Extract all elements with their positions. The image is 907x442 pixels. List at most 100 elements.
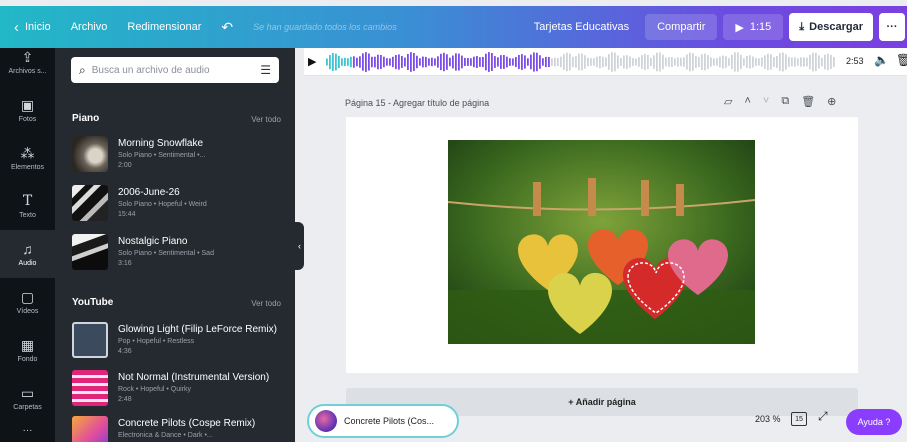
music-icon: ♫ (22, 241, 33, 257)
waveform-bar (431, 57, 433, 67)
note-icon[interactable]: ▱ (724, 95, 732, 108)
rail-item-photos[interactable]: ▣ Fotos (0, 86, 55, 134)
volume-icon[interactable]: 🔈 (874, 53, 889, 67)
waveform-bar (362, 53, 364, 71)
trash-icon[interactable]: 🗑 (801, 95, 815, 108)
track-duration: 2:00 (118, 162, 132, 169)
play-icon[interactable]: ▶ (308, 55, 316, 68)
waveform-bar (359, 56, 361, 68)
chevron-down-icon[interactable]: ˅ (763, 95, 769, 108)
audio-waveform[interactable] (326, 52, 836, 72)
track-thumbnail (72, 416, 108, 442)
rail-item-folders[interactable]: ▭ Carpetas (0, 374, 55, 422)
waveform-bar (473, 56, 475, 68)
track-tags: Solo Piano • Sentimental • Sad (118, 250, 214, 257)
waveform-bar (590, 58, 592, 66)
waveform-bar (398, 54, 400, 70)
design-name[interactable]: Tarjetas Educativas (524, 6, 639, 48)
waveform-bar (779, 53, 781, 71)
list-item[interactable]: Glowing Light (Filip LeForce Remix) Pop … (72, 322, 287, 364)
waveform-bar (326, 58, 328, 66)
help-button[interactable]: Ayuda ? (846, 409, 902, 435)
rail-item-text[interactable]: T Texto (0, 182, 55, 230)
waveform-bar (659, 52, 661, 72)
add-page-icon[interactable]: ⊕ (827, 95, 836, 108)
page-title[interactable]: Página 15 - Agregar título de página (345, 98, 489, 108)
track-tags: Pop • Hopeful • Restless (118, 338, 195, 345)
waveform-bar (614, 52, 616, 72)
waveform-bar (788, 57, 790, 67)
waveform-bar (434, 58, 436, 66)
waveform-bar (620, 58, 622, 66)
collapse-panel-button[interactable]: ‹ (295, 222, 304, 270)
download-button[interactable]: ⤓ Descargar (789, 13, 873, 41)
present-button[interactable]: ▶ 1:15 (723, 14, 784, 40)
hearts-photo[interactable] (448, 140, 755, 344)
undo-button[interactable]: ↶ (211, 6, 243, 48)
waveform-bar (536, 52, 538, 72)
waveform-bar (392, 56, 394, 68)
waveform-bar (530, 54, 532, 70)
waveform-bar (758, 58, 760, 66)
see-all-piano[interactable]: Ver todo (251, 115, 281, 124)
waveform-bar (428, 58, 430, 66)
rail-item-more[interactable]: ··· (0, 422, 55, 442)
list-item[interactable]: Nostalgic Piano Solo Piano • Sentimental… (72, 234, 287, 276)
rail-item-background[interactable]: ▦ Fondo (0, 326, 55, 374)
chevron-up-icon[interactable]: ˄ (744, 95, 750, 108)
waveform-bar (638, 57, 640, 67)
track-thumbnail (72, 322, 108, 358)
chevron-left-icon: ‹ (14, 18, 19, 36)
waveform-bar (785, 54, 787, 70)
list-item[interactable]: Concrete Pilots (Cospe Remix) Electronic… (72, 416, 287, 442)
list-item[interactable]: Not Normal (Instrumental Version) Rock •… (72, 370, 287, 412)
waveform-bar (554, 57, 556, 67)
waveform-bar (716, 58, 718, 66)
waveform-bar (413, 53, 415, 71)
waveform-bar (422, 56, 424, 68)
resize-menu[interactable]: Redimensionar (117, 6, 211, 48)
waveform-bar (806, 57, 808, 67)
rail-item-uploads[interactable]: ⇪ Archivos s... (0, 38, 55, 86)
more-button[interactable]: ··· (879, 13, 905, 41)
waveform-bar (332, 53, 334, 71)
page-count[interactable]: 15 (791, 412, 807, 426)
upload-icon: ⇪ (21, 49, 34, 65)
file-menu[interactable]: Archivo (61, 6, 118, 48)
track-duration: 3:16 (118, 260, 132, 267)
waveform-bar (827, 53, 829, 71)
photo-icon: ▣ (20, 97, 35, 113)
waveform-bar (575, 56, 577, 68)
home-label: Inicio (25, 21, 51, 33)
waveform-bar (341, 58, 343, 66)
waveform-bar (350, 56, 352, 68)
waveform-bar (653, 55, 655, 69)
waveform-bar (710, 57, 712, 67)
design-page[interactable] (346, 117, 858, 373)
list-item[interactable]: 2006-June-26 Solo Piano • Hopeful • Weir… (72, 185, 287, 227)
waveform-bar (782, 52, 784, 72)
list-item[interactable]: Morning Snowflake Solo Piano • Sentiment… (72, 136, 287, 178)
waveform-bar (728, 58, 730, 66)
trash-icon[interactable]: 🗑 (896, 53, 907, 67)
waveform-bar (437, 56, 439, 68)
waveform-bar (749, 55, 751, 69)
waveform-bar (797, 58, 799, 66)
see-all-youtube[interactable]: Ver todo (251, 299, 281, 308)
rail-item-audio[interactable]: ♫ Audio (0, 230, 55, 278)
text-icon: T (22, 193, 33, 209)
search-input[interactable]: ⌕ Busca un archivo de audio ☰ (71, 57, 279, 83)
filter-icon[interactable]: ☰ (260, 63, 271, 77)
rail-item-videos[interactable]: ▢ Vídeos (0, 278, 55, 326)
waveform-bar (680, 57, 682, 67)
zoom-level[interactable]: 203 % (755, 414, 781, 424)
fullscreen-icon[interactable]: ⤢ (818, 409, 828, 424)
duplicate-icon[interactable]: ⧉ (781, 95, 789, 108)
waveform-bar (551, 58, 553, 66)
rail-item-elements[interactable]: ⁂ Elementos (0, 134, 55, 182)
share-button[interactable]: Compartir (645, 14, 718, 40)
waveform-bar (557, 58, 559, 66)
now-playing-pill[interactable]: Concrete Pilots (Cos... (307, 404, 459, 438)
side-rail: ⇪ Archivos s... ▣ Fotos ⁂ Elementos T Te… (0, 48, 55, 442)
waveform-bar (419, 58, 421, 66)
